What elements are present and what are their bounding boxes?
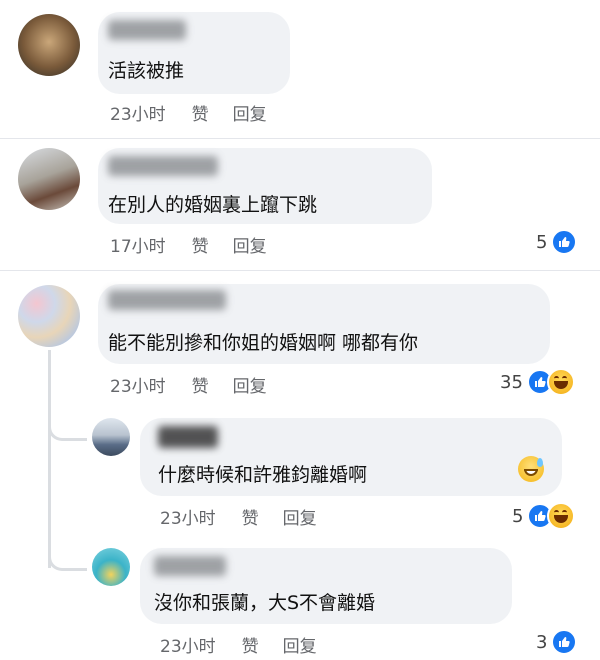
reaction-count: 3 bbox=[536, 631, 548, 653]
avatar[interactable] bbox=[92, 418, 130, 456]
reaction-count: 5 bbox=[536, 231, 548, 253]
haha-icon bbox=[546, 368, 575, 396]
comment-text: 能不能別摻和你姐的婚姻啊 哪都有你 bbox=[108, 332, 419, 354]
author-name[interactable] bbox=[108, 20, 186, 40]
timestamp[interactable]: 17小时 bbox=[110, 237, 166, 257]
timestamp[interactable]: 23小时 bbox=[110, 377, 166, 397]
like-button[interactable]: 赞 bbox=[192, 237, 209, 257]
comment-bubble: 在別人的婚姻裏上躥下跳 bbox=[98, 148, 432, 224]
reply-button[interactable]: 回复 bbox=[233, 105, 267, 125]
like-button[interactable]: 赞 bbox=[192, 377, 209, 397]
author-name[interactable] bbox=[108, 156, 218, 176]
reply-button[interactable]: 回复 bbox=[283, 509, 317, 529]
haha-icon bbox=[547, 502, 576, 530]
reply-button[interactable]: 回复 bbox=[283, 637, 317, 657]
reaction-summary[interactable]: 35 bbox=[500, 368, 575, 396]
divider bbox=[0, 138, 600, 139]
reply-button[interactable]: 回复 bbox=[233, 237, 267, 257]
timestamp[interactable]: 23小时 bbox=[160, 509, 216, 529]
like-icon bbox=[551, 629, 578, 655]
author-name[interactable] bbox=[154, 556, 226, 576]
comment-bubble: 沒你和張蘭，大S不會離婚 bbox=[140, 548, 512, 624]
comment-actions: 23小时 赞 回复 bbox=[160, 504, 341, 529]
timestamp[interactable]: 23小时 bbox=[110, 105, 166, 125]
comment-actions: 23小时 赞 回复 bbox=[160, 632, 341, 657]
like-button[interactable]: 赞 bbox=[192, 105, 209, 125]
comment-actions: 23小时 赞 回复 bbox=[110, 372, 291, 397]
timestamp[interactable]: 23小时 bbox=[160, 637, 216, 657]
comment-text: 什麼時候和許雅鈞離婚啊 bbox=[158, 464, 368, 486]
like-button[interactable]: 赞 bbox=[242, 509, 259, 529]
comment-bubble: 什麼時候和許雅鈞離婚啊 bbox=[140, 418, 562, 496]
reaction-summary[interactable]: 5 bbox=[536, 229, 578, 255]
like-button[interactable]: 赞 bbox=[242, 637, 259, 657]
comment-bubble: 能不能別摻和你姐的婚姻啊 哪都有你 bbox=[98, 284, 550, 364]
comment-text: 活該被推 bbox=[108, 60, 185, 82]
like-icon bbox=[551, 229, 578, 255]
author-name[interactable] bbox=[108, 290, 226, 310]
comment-text: 在別人的婚姻裏上躥下跳 bbox=[108, 194, 318, 216]
reaction-count: 35 bbox=[500, 371, 523, 393]
comment-actions: 23小时 赞 回复 bbox=[110, 100, 291, 125]
comment-actions: 17小时 赞 回复 bbox=[110, 232, 291, 257]
reaction-count: 5 bbox=[512, 505, 524, 527]
thread-curve bbox=[48, 410, 87, 441]
thread-curve bbox=[48, 540, 87, 571]
avatar[interactable] bbox=[92, 548, 130, 586]
sweat-smile-emoji bbox=[518, 456, 544, 482]
divider bbox=[0, 270, 600, 271]
reply-button[interactable]: 回复 bbox=[233, 377, 267, 397]
reaction-summary[interactable]: 5 bbox=[512, 502, 576, 530]
reaction-summary[interactable]: 3 bbox=[536, 629, 578, 655]
avatar[interactable] bbox=[18, 285, 80, 347]
avatar[interactable] bbox=[18, 148, 80, 210]
avatar[interactable] bbox=[18, 14, 80, 76]
author-name[interactable] bbox=[158, 426, 218, 448]
comment-bubble: 活該被推 bbox=[98, 12, 290, 94]
comment-text: 沒你和張蘭，大S不會離婚 bbox=[154, 592, 376, 614]
